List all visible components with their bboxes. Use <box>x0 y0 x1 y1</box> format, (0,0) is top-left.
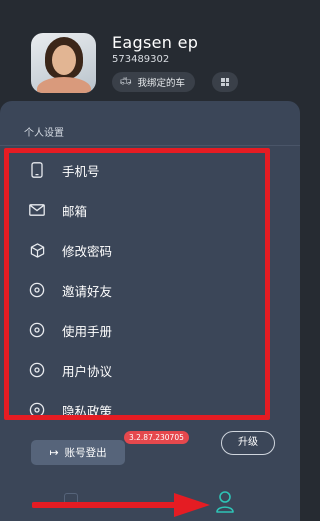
eye-icon <box>29 362 45 378</box>
logout-icon: ↦ <box>49 446 59 459</box>
phone-icon <box>29 162 45 178</box>
avatar-shoulders <box>37 77 91 93</box>
upgrade-button[interactable]: 升级 <box>221 431 275 455</box>
setting-item-privacy-policy[interactable]: 隐私政策 <box>0 390 270 430</box>
setting-label: 隐私政策 <box>62 403 113 419</box>
bottom-tab-bar <box>0 478 300 521</box>
setting-item-user-agreement[interactable]: 用户协议 <box>0 350 270 390</box>
profile-header: Eagsen ep 573489302 🛻︎ 我绑定的车 <box>0 0 300 104</box>
qr-code-button[interactable] <box>212 72 238 92</box>
eye-icon <box>29 282 45 298</box>
divider <box>0 145 300 146</box>
version-badge: 3.2.87.230705 <box>124 431 189 444</box>
eye-icon <box>29 402 45 418</box>
logout-button[interactable]: ↦ 账号登出 <box>31 440 125 465</box>
cube-icon <box>29 242 45 258</box>
mail-icon <box>29 202 45 218</box>
my-car-button[interactable]: 🛻︎ 我绑定的车 <box>112 72 195 92</box>
setting-item-email[interactable]: 邮箱 <box>0 190 270 230</box>
setting-item-phone[interactable]: 手机号 <box>0 150 270 190</box>
user-name: Eagsen ep <box>112 33 199 52</box>
setting-label: 邀请好友 <box>62 283 113 299</box>
setting-label: 使用手册 <box>62 323 113 339</box>
my-car-label: 我绑定的车 <box>137 78 185 89</box>
user-id: 573489302 <box>112 54 170 65</box>
section-title: 个人设置 <box>24 128 64 139</box>
car-icon: 🛻︎ <box>120 77 132 87</box>
profile-tab-icon[interactable] <box>215 490 235 514</box>
eye-icon <box>29 322 45 338</box>
qr-code-icon <box>221 78 229 86</box>
setting-label: 修改密码 <box>62 243 113 259</box>
setting-item-user-manual[interactable]: 使用手册 <box>0 310 270 350</box>
avatar[interactable] <box>31 33 96 93</box>
setting-label: 用户协议 <box>62 363 113 379</box>
setting-label: 手机号 <box>62 163 100 179</box>
home-tab-icon[interactable] <box>64 493 78 507</box>
logout-label: 账号登出 <box>64 447 107 459</box>
setting-item-change-password[interactable]: 修改密码 <box>0 230 270 270</box>
setting-label: 邮箱 <box>62 203 88 219</box>
setting-item-invite-friends[interactable]: 邀请好友 <box>0 270 270 310</box>
avatar-face <box>52 45 76 75</box>
